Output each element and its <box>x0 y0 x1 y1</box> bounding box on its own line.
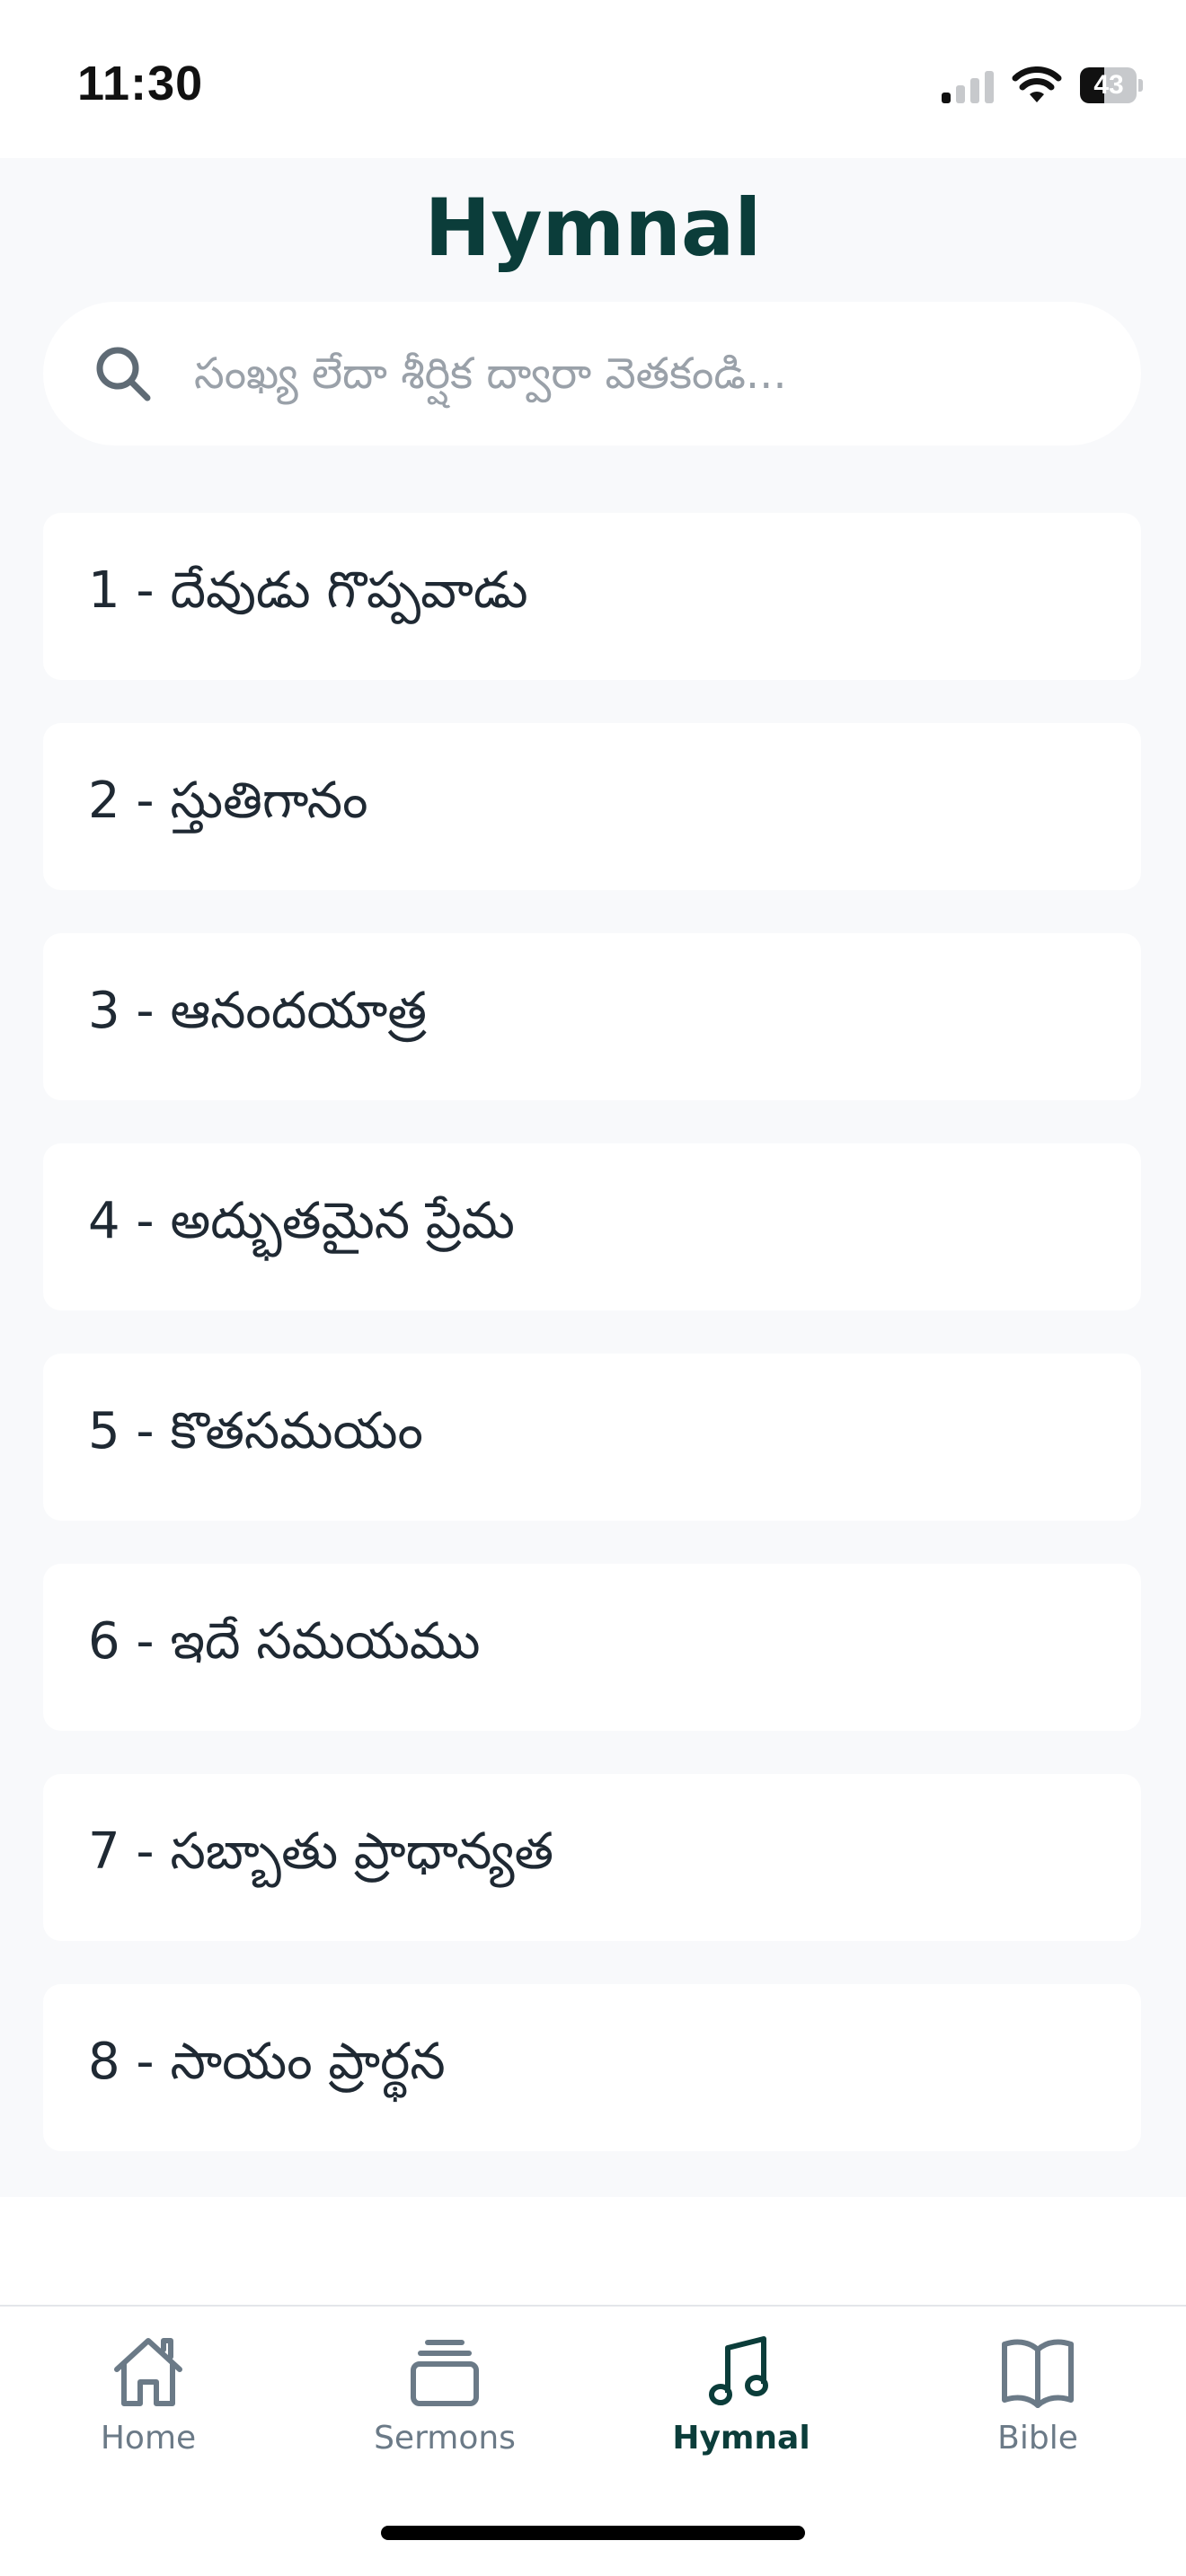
hymn-item[interactable]: 8 - సాయం ప్రార్థన <box>43 1984 1141 2151</box>
hymn-item[interactable]: 5 - కొతసమయం <box>43 1354 1141 1521</box>
hymn-item[interactable]: 7 - సబ్బాతు ప్రాధాన్యత <box>43 1774 1141 1941</box>
home-indicator <box>381 2526 805 2540</box>
home-icon <box>114 2338 182 2406</box>
tab-label: Hymnal <box>672 2420 810 2457</box>
battery-percentage: 43 <box>1093 70 1124 100</box>
hymn-item[interactable]: 4 - అద్భుతమైన ప్రేమ <box>43 1143 1141 1310</box>
hymn-item[interactable]: 6 - ఇదే సమయము <box>43 1564 1141 1731</box>
hymn-list: 1 - దేవుడు గొప్పవాడు 2 - స్తుతిగానం 3 - … <box>43 513 1141 2194</box>
page-title: Hymnal <box>424 181 762 274</box>
sermons-icon <box>411 2340 479 2406</box>
tab-bar: Home Sermons Hymnal Bible <box>0 2305 1186 2576</box>
cellular-signal-icon <box>942 67 994 103</box>
search-bar[interactable] <box>43 302 1141 446</box>
hymn-item[interactable]: 3 - ఆనందయాత్ర <box>43 933 1141 1100</box>
wifi-icon <box>1012 66 1062 102</box>
status-bar: 11:30 43 <box>0 0 1186 158</box>
tab-label: Bible <box>997 2420 1078 2457</box>
hymnal-screen: Hymnal 1 - దేవుడు గొప్పవాడు 2 - స్తుతిగా… <box>0 158 1186 2197</box>
battery-icon: 43 <box>1080 67 1143 103</box>
status-time: 11:30 <box>77 57 204 110</box>
hymn-item[interactable]: 1 - దేవుడు గొప్పవాడు <box>43 513 1141 680</box>
tab-label: Sermons <box>374 2420 516 2457</box>
tab-label: Home <box>100 2420 197 2457</box>
hymn-item[interactable]: 2 - స్తుతిగానం <box>43 723 1141 890</box>
tab-home[interactable]: Home <box>0 2333 296 2468</box>
book-icon <box>1002 2339 1074 2408</box>
tab-sermons[interactable]: Sermons <box>296 2333 593 2468</box>
status-icons: 43 <box>942 63 1143 108</box>
music-note-icon <box>709 2336 768 2405</box>
search-icon <box>96 347 151 401</box>
tab-hymnal[interactable]: Hymnal <box>593 2333 890 2468</box>
tab-bible[interactable]: Bible <box>890 2333 1186 2468</box>
search-input[interactable] <box>192 328 1094 419</box>
